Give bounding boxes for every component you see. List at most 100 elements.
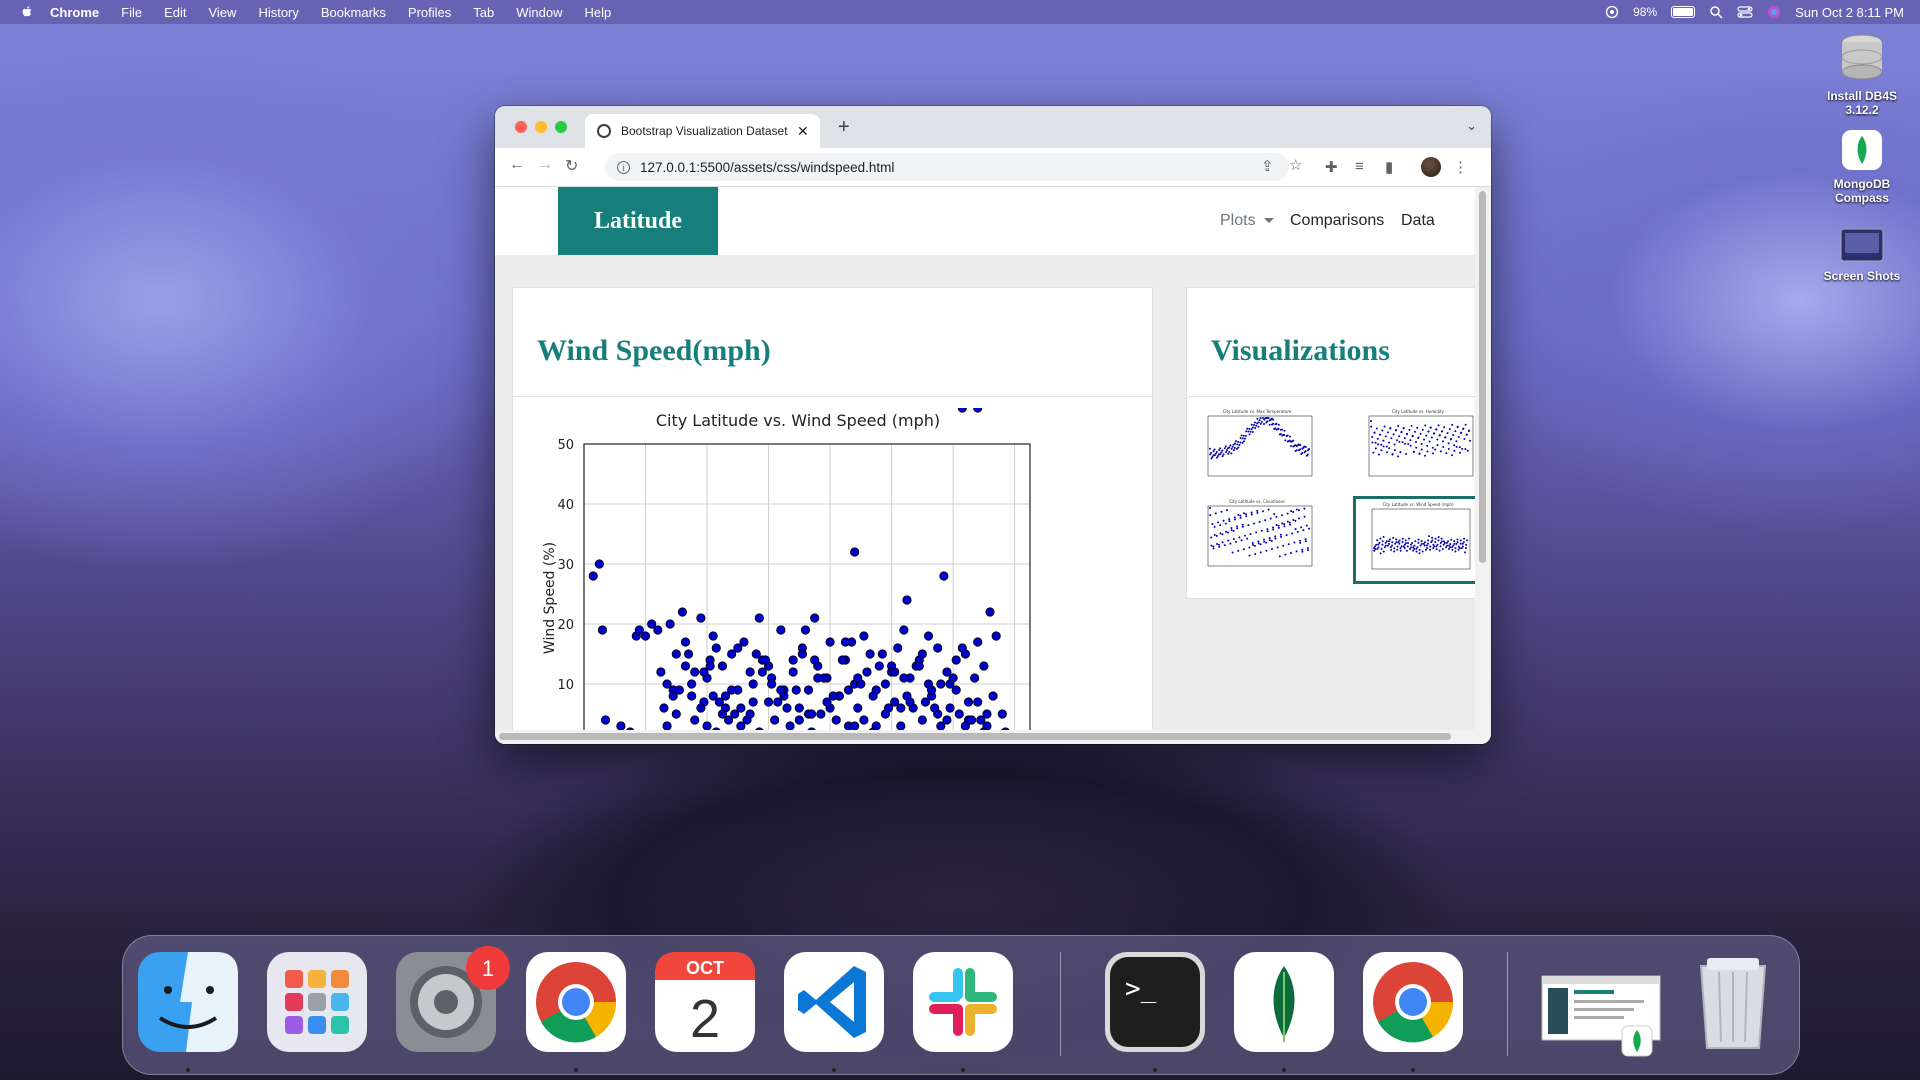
thumbnail-point (1239, 516, 1242, 519)
reading-list-icon[interactable]: ≡ (1355, 158, 1364, 175)
menu-tab[interactable]: Tab (473, 5, 494, 20)
thumbnail-cloudiness[interactable]: City Latitude vs. Cloudiness (1192, 496, 1322, 584)
desktop-icon-label: Screen Shots (1823, 269, 1901, 283)
nav-data[interactable]: Data (1401, 212, 1435, 230)
vertical-scrollbar[interactable] (1475, 187, 1491, 730)
thumbnail-point (1373, 431, 1376, 434)
thumbnail-point (1421, 428, 1424, 431)
tab-search-chevron-icon[interactable]: ⌄ (1466, 118, 1477, 134)
scatter-point (711, 643, 721, 653)
thumbnail-point (1406, 545, 1409, 548)
close-window-button[interactable] (515, 121, 527, 133)
menu-edit[interactable]: Edit (164, 5, 186, 20)
minimize-window-button[interactable] (535, 121, 547, 133)
bookmark-star-icon[interactable]: ☆ (1289, 156, 1302, 174)
siri-icon[interactable] (1767, 5, 1781, 19)
slack-icon[interactable] (913, 952, 1013, 1052)
thumbnail-point (1213, 534, 1216, 537)
thumbnail-point (1397, 455, 1399, 458)
menu-help[interactable]: Help (585, 5, 612, 20)
scatter-point (810, 655, 820, 665)
address-bar[interactable]: i 127.0.0.1:5500/assets/css/windspeed.ht… (605, 153, 1289, 181)
share-icon[interactable]: ⇪ (1261, 157, 1274, 175)
thumbnail-point (1379, 552, 1382, 555)
scatter-point (800, 625, 811, 635)
horizontal-scrollbar[interactable] (495, 730, 1491, 744)
thumbnail-point (1387, 540, 1390, 543)
control-center-icon[interactable] (1737, 5, 1753, 19)
thumbnail-point (1228, 518, 1231, 521)
thumbnail-point (1416, 546, 1419, 549)
terminal-icon[interactable]: >_ (1105, 952, 1205, 1052)
thumbnail-point (1434, 541, 1437, 544)
site-info-icon[interactable]: i (617, 160, 630, 174)
menu-clock[interactable]: Sun Oct 2 8:11 PM (1795, 5, 1904, 20)
thumbnail-point (1272, 418, 1275, 421)
trash-icon[interactable] (1683, 952, 1783, 1052)
menu-bookmarks[interactable]: Bookmarks (321, 5, 386, 20)
side-panel-icon[interactable]: ▮ (1385, 158, 1393, 176)
thumbnail-point (1232, 537, 1235, 540)
battery-icon[interactable] (1671, 6, 1696, 18)
thumbnail-point (1306, 547, 1309, 550)
card-title: Wind Speed(mph) (537, 334, 771, 367)
thumbnail-wind-speed[interactable]: City Latitude vs. Wind Speed (mph) (1353, 496, 1475, 584)
thumbnail-point (1214, 512, 1217, 515)
thumbnail-point (1447, 540, 1450, 543)
thumbnail-point (1392, 433, 1395, 436)
finder-icon[interactable] (138, 952, 238, 1052)
scatter-point (791, 685, 801, 695)
mongodb-compass-dock-icon[interactable] (1234, 952, 1334, 1052)
thumbnail-point (1273, 512, 1276, 515)
thumbnail-point (1286, 520, 1289, 523)
screen-record-icon[interactable] (1605, 5, 1619, 19)
extensions-puzzle-icon[interactable]: ✚ (1325, 158, 1338, 176)
nav-comparisons[interactable]: Comparisons (1290, 212, 1384, 230)
site-navbar: Latitude Plots Comparisons Data (495, 187, 1475, 255)
url-text[interactable]: 127.0.0.1:5500/assets/css/windspeed.html (640, 160, 894, 175)
menu-history[interactable]: History (258, 5, 298, 20)
launchpad-icon[interactable] (267, 952, 367, 1052)
thumbnail-point (1255, 531, 1258, 534)
apple-menu-icon[interactable] (20, 5, 34, 19)
thumbnail-point (1256, 417, 1259, 420)
menu-view[interactable]: View (208, 5, 236, 20)
forward-arrow-icon[interactable]: → (537, 156, 553, 174)
scatter-point (690, 715, 700, 725)
menu-profiles[interactable]: Profiles (408, 5, 451, 20)
back-arrow-icon[interactable]: ← (509, 156, 525, 174)
more-menu-icon[interactable]: ⋮ (1453, 158, 1468, 176)
vscode-icon[interactable] (784, 952, 884, 1052)
scatter-point (988, 691, 998, 701)
browser-tab[interactable]: Bootstrap Visualization Dataset ✕ (585, 114, 820, 148)
close-tab-icon[interactable]: ✕ (797, 123, 809, 140)
menu-file[interactable]: File (121, 5, 142, 20)
thumbnail-point (1267, 508, 1270, 511)
desktop-icon-mongodb-compass[interactable]: MongoDB Compass (1812, 130, 1912, 205)
thumbnail-humidity[interactable]: City Latitude vs. Humidity (1353, 406, 1475, 494)
reload-icon[interactable]: ↻ (565, 156, 578, 176)
thumbnail-point (1461, 542, 1464, 545)
chrome-canary-icon[interactable] (1363, 952, 1463, 1052)
thumbnail-point (1240, 434, 1243, 437)
desktop-icon-screen-shots[interactable]: Screen Shots (1812, 228, 1912, 283)
calendar-icon[interactable]: OCT 2 (655, 952, 755, 1052)
thumbnail-point (1257, 542, 1260, 545)
scrollbar-thumb[interactable] (499, 733, 1451, 740)
menu-app-name[interactable]: Chrome (50, 5, 99, 20)
spotlight-search-icon[interactable] (1709, 5, 1723, 19)
chrome-icon[interactable] (526, 952, 626, 1052)
minimized-window-thumbnail[interactable] (1540, 970, 1664, 1060)
scrollbar-thumb[interactable] (1479, 191, 1486, 563)
desktop-icon-db4s[interactable]: Install DB4S 3.12.2 (1812, 32, 1912, 117)
menu-window[interactable]: Window (516, 5, 562, 20)
nav-plots-dropdown[interactable]: Plots (1220, 212, 1274, 230)
new-tab-button[interactable]: + (838, 116, 850, 139)
thumbnail-max-temp[interactable]: City Latitude vs. Max Temperature (1192, 406, 1322, 494)
thumbnail-point (1468, 429, 1470, 432)
profile-avatar[interactable] (1421, 157, 1441, 177)
brand-logo[interactable]: Latitude (558, 187, 718, 255)
thumbnail-point (1385, 445, 1388, 448)
zoom-window-button[interactable] (555, 121, 567, 133)
thumbnail-point (1289, 523, 1291, 526)
